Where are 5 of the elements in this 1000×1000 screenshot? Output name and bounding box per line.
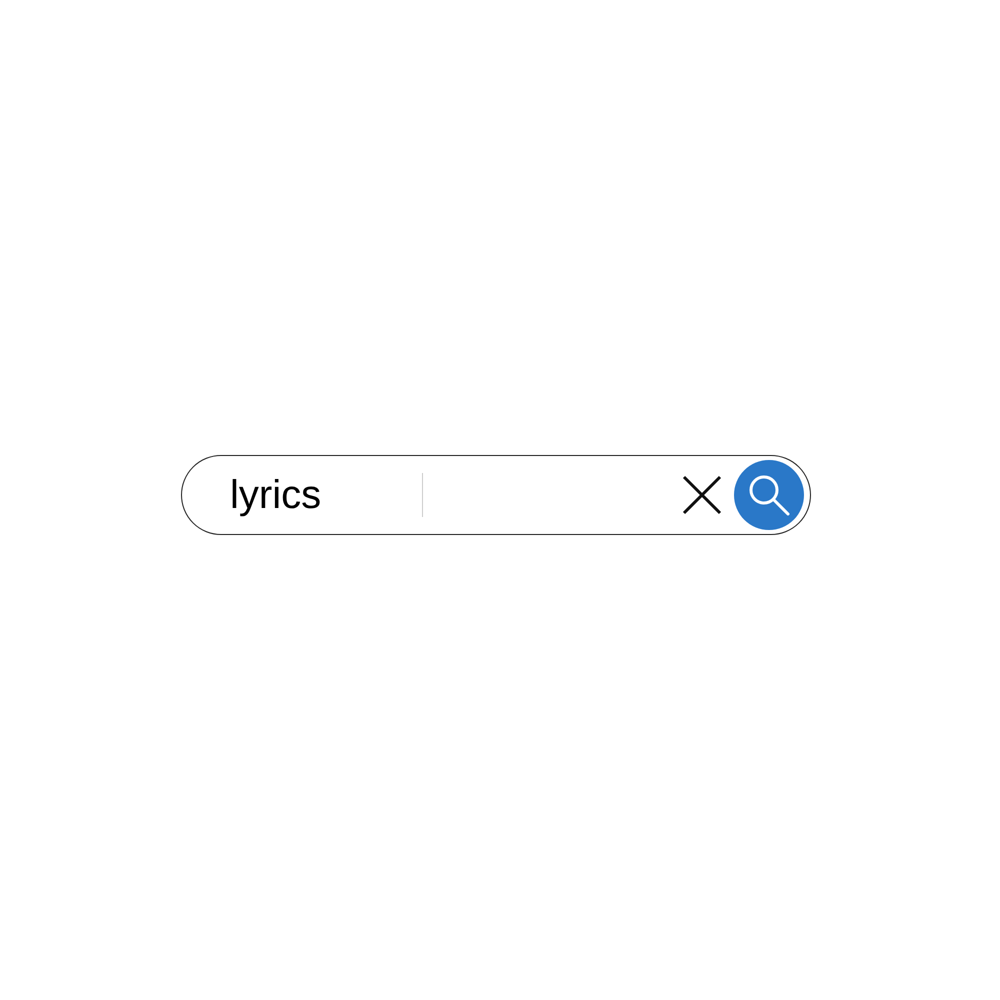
close-icon — [682, 475, 722, 515]
clear-button[interactable] — [680, 473, 724, 517]
text-cursor — [422, 473, 423, 517]
search-button[interactable] — [734, 460, 804, 530]
search-field[interactable]: lyrics — [230, 465, 420, 525]
